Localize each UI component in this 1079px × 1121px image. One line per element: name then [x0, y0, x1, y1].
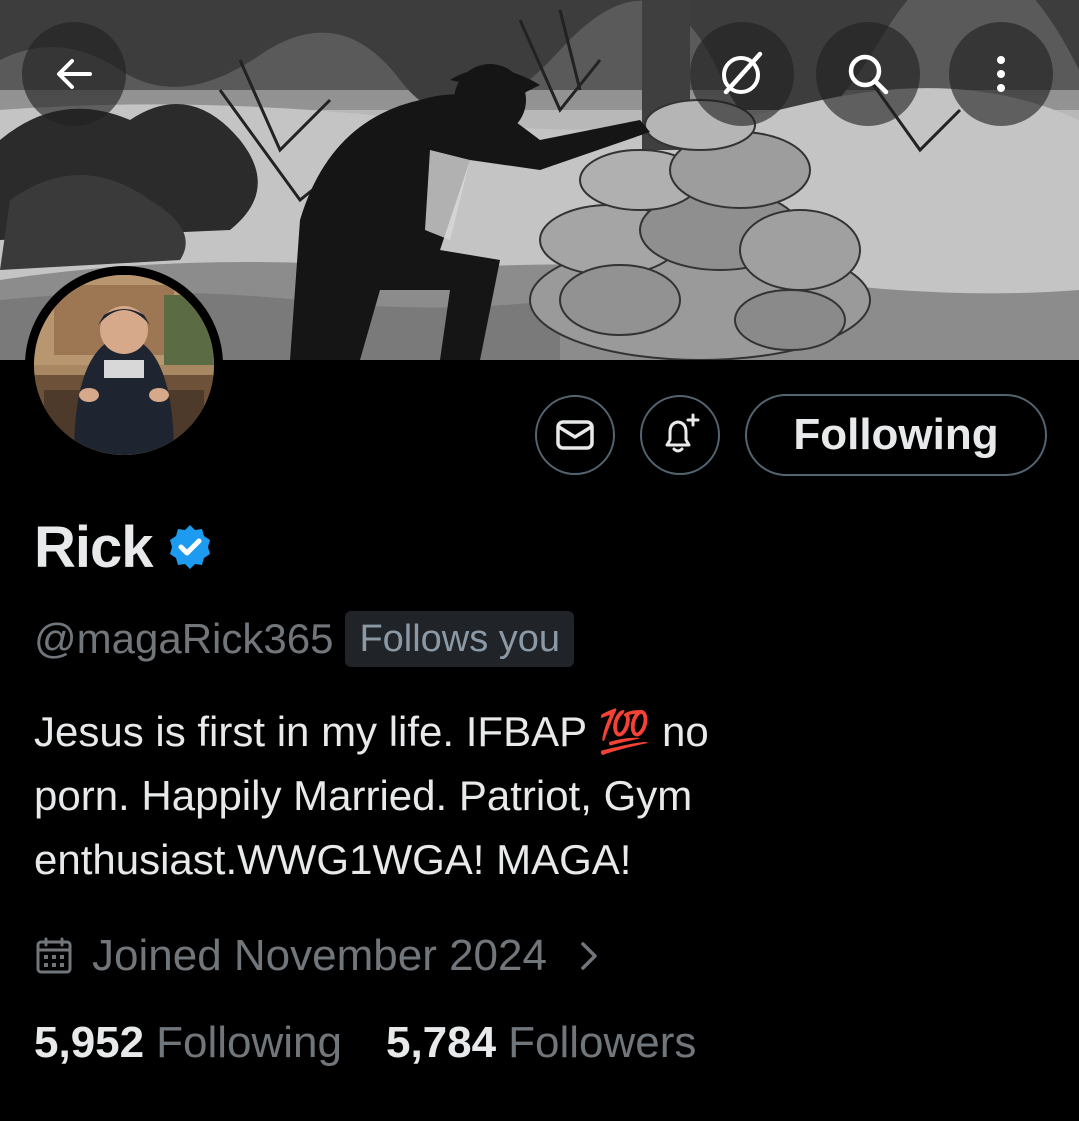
back-arrow-icon — [57, 59, 92, 89]
follows-you-badge: Follows you — [345, 611, 575, 667]
following-stat[interactable]: 5,952 Following — [34, 1018, 342, 1068]
mail-icon — [556, 420, 594, 450]
name-row: Rick — [34, 514, 215, 580]
display-name: Rick — [34, 514, 154, 580]
handle-row: @magaRick365 Follows you — [34, 610, 575, 668]
bell-plus-icon — [665, 413, 700, 453]
more-vertical-icon — [997, 56, 1005, 92]
bio-line: enthusiast.WWG1WGA! MAGA! — [34, 836, 632, 883]
follow-stats: 5,952 Following 5,784 Followers — [34, 1018, 696, 1068]
bio-line: porn. Happily Married. Patriot, Gym — [34, 772, 693, 819]
followers-stat[interactable]: 5,784 Followers — [386, 1018, 696, 1068]
chevron-right-icon — [577, 936, 601, 976]
following-count: 5,952 — [34, 1018, 145, 1067]
followers-label: Followers — [508, 1018, 697, 1067]
following-button[interactable]: Following — [745, 394, 1047, 476]
following-label: Following — [156, 1018, 342, 1067]
joined-date: Joined November 2024 — [92, 931, 547, 980]
grok-icon — [722, 51, 763, 95]
calendar-icon — [36, 937, 72, 974]
message-button[interactable] — [535, 395, 615, 475]
joined-date-row[interactable]: Joined November 2024 — [34, 926, 601, 986]
search-button[interactable] — [816, 22, 920, 126]
handle: @magaRick365 — [34, 615, 334, 662]
bio: Jesus is first in my life. IFBAP 💯 no po… — [34, 700, 854, 892]
followers-count: 5,784 — [385, 1018, 497, 1067]
back-button[interactable] — [22, 22, 126, 126]
avatar-image — [34, 275, 214, 455]
grok-button[interactable] — [690, 22, 794, 126]
avatar[interactable] — [25, 266, 223, 464]
bio-line: Jesus is first in my life. IFBAP 💯 no — [34, 708, 709, 755]
search-icon — [848, 54, 889, 95]
more-button[interactable] — [949, 22, 1053, 126]
notifications-button[interactable] — [640, 395, 720, 475]
verified-badge-icon[interactable] — [165, 522, 215, 572]
